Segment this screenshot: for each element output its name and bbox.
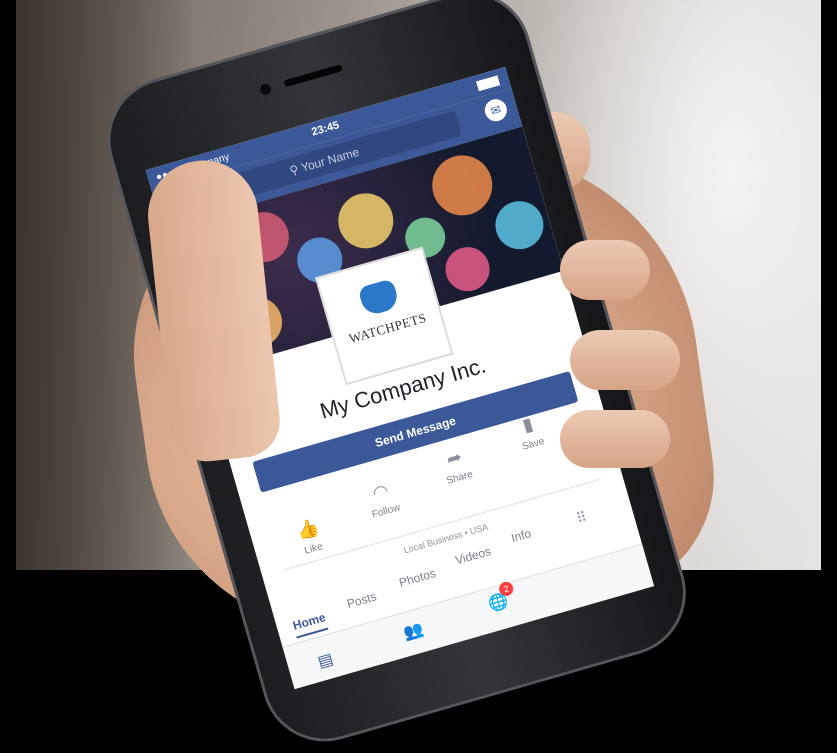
bokeh-light xyxy=(425,148,500,223)
finger xyxy=(570,330,680,390)
save-label: Save xyxy=(520,435,546,453)
like-button[interactable]: 👍 Like xyxy=(272,510,349,564)
feed-icon[interactable]: ▤ xyxy=(315,649,335,672)
bokeh-light xyxy=(489,195,550,255)
speaker-grille xyxy=(283,64,344,88)
search-icon: ⚲ xyxy=(288,162,301,179)
tab-info[interactable]: Info xyxy=(510,526,533,545)
follow-button[interactable]: ◠ Follow xyxy=(344,473,421,527)
share-label: Share xyxy=(445,468,475,487)
messenger-icon[interactable]: ✉ xyxy=(482,96,510,124)
tab-posts[interactable]: Posts xyxy=(345,589,378,611)
finger xyxy=(560,240,650,300)
like-label: Like xyxy=(303,541,325,557)
battery-icon xyxy=(476,75,501,92)
clock: 23:45 xyxy=(310,119,341,139)
grid-icon[interactable]: ⠿ xyxy=(574,508,589,527)
front-camera xyxy=(258,82,273,97)
search-placeholder: Your Name xyxy=(299,144,361,175)
friends-icon[interactable]: 👥 xyxy=(401,619,426,644)
follow-label: Follow xyxy=(370,502,402,521)
tab-videos[interactable]: Videos xyxy=(454,544,493,568)
finger xyxy=(560,410,670,468)
bokeh-light xyxy=(440,241,495,297)
bokeh-light xyxy=(331,186,400,255)
dog-logo-icon xyxy=(357,278,401,318)
logo-text: WATCHPETS xyxy=(347,309,428,347)
share-button[interactable]: ➦ Share xyxy=(418,439,495,493)
location-label: USA xyxy=(468,521,490,537)
